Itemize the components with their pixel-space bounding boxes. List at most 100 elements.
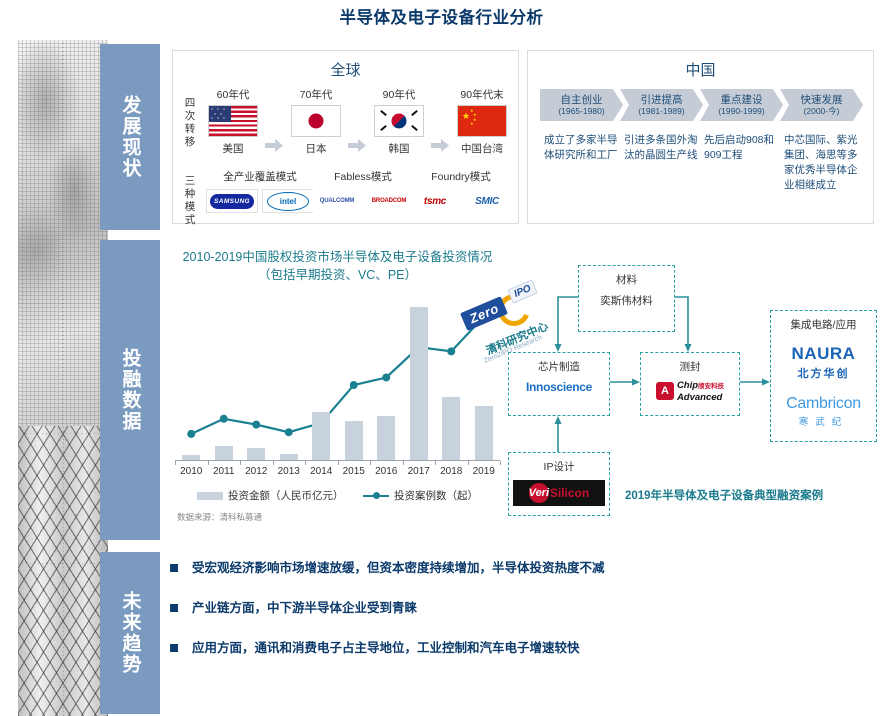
- global-transfer-row: 60年代 美国 70年代 日本 90年代 韩国 90年代末 ★ ★ ★ ★ ★ …: [205, 87, 511, 157]
- china-stage-chevron-2: 引进提高 (1981-1989): [620, 89, 703, 121]
- chart-x-tick: [435, 461, 436, 465]
- transfer-era: 60年代: [216, 89, 250, 101]
- chart-x-tick: [207, 461, 209, 465]
- transfer-country: 日本: [305, 143, 327, 155]
- qualcomm-logo-icon: QUALCOMM: [313, 189, 361, 213]
- chipadvanced-badge-icon: A: [655, 382, 674, 400]
- global-panel: 全球 四次转移 三种模式 60年代 美国 70年代 日本 90年代 韩国 90年…: [172, 50, 519, 226]
- arrow-right-icon: [431, 139, 449, 152]
- chart-bar: [344, 421, 363, 460]
- verisilicon-label-1: Veri: [529, 483, 549, 503]
- samsung-logo-icon: SAMSUNG: [206, 189, 258, 213]
- mode-group-fabless: Fabless模式 QUALCOMM BROADCOM: [313, 169, 413, 213]
- chipadvanced-label-1: Chip: [676, 380, 699, 391]
- chart-line-point: [479, 312, 488, 321]
- global-modes-label: 三种模式: [184, 175, 196, 226]
- trend-bullet-text: 应用方面，通讯和消费电子占主导地位，工业控制和汽车电子增速较快: [192, 641, 580, 655]
- chart-x-tick: [272, 461, 274, 465]
- flow-node-title: 集成电路/应用: [790, 319, 857, 331]
- eswin-logo-label: 奕斯伟材料: [600, 295, 653, 307]
- broadcom-logo-label: BROADCOM: [371, 198, 407, 204]
- cambricon-logo-label-en: Cambricon: [786, 395, 861, 412]
- sidebar-item-label: 未来趋势: [119, 591, 141, 675]
- jp-flag-icon: [291, 105, 341, 137]
- intel-logo-label: intel: [267, 191, 309, 211]
- sidebar-item-investment-data[interactable]: 投融数据: [100, 240, 160, 540]
- chart-x-tick-label: 2013: [277, 466, 300, 477]
- sidebar-item-future-trends[interactable]: 未来趋势: [100, 552, 160, 714]
- innoscience-logo-label: Innoscience: [525, 380, 593, 394]
- flow-node-ip-design: IP设计 Veri Silicon: [508, 452, 610, 516]
- photo-grid-overlay: [18, 40, 108, 716]
- transfer-country: 美国: [222, 143, 244, 155]
- global-modes-row: 全产业覆盖模式 SAMSUNG intel Fabless模式 QUALCOMM: [205, 169, 511, 217]
- chart-bar: [247, 448, 266, 460]
- chart-x-tick: [402, 461, 404, 465]
- photo-grid-line: [18, 563, 108, 564]
- bullet-square-icon: [170, 564, 178, 572]
- chart-x-tick: [337, 461, 339, 465]
- bullet-square-icon: [170, 644, 178, 652]
- trend-bullet-3: 应用方面，通讯和消费电子占主导地位，工业控制和汽车电子增速较快: [170, 640, 580, 656]
- flow-node-title: IP设计: [543, 461, 575, 473]
- legend-line-swatch: [363, 492, 389, 499]
- chart-bar: [474, 405, 493, 460]
- future-trends-bullets: 受宏观经济影响市场增速放缓，但资本密度持续增加，半导体投资热度不减 产业链方面，…: [170, 560, 870, 700]
- sidebar-item-development-status[interactable]: 发展现状: [100, 44, 160, 230]
- chart-line-point: [219, 414, 228, 423]
- transfer-item-jp: 70年代 日本: [288, 87, 344, 156]
- chart-bar: [377, 415, 396, 460]
- arrow-right-icon: [348, 139, 366, 152]
- smic-logo-label: SMIC: [475, 195, 499, 207]
- global-transfers-label: 四次转移: [184, 97, 196, 148]
- smic-logo-icon: SMIC: [463, 189, 511, 213]
- stage-years: (1981-1989): [638, 105, 685, 116]
- cn-flag-icon: ★ ★ ★ ★ ★: [457, 105, 507, 137]
- trend-bullet-text: 产业链方面，中下游半导体企业受到青睐: [192, 601, 418, 615]
- transfer-item-cn: 90年代末 ★ ★ ★ ★ ★ 中国台湾: [454, 87, 510, 156]
- chart-line-point: [252, 420, 261, 429]
- kr-flag-icon: [374, 105, 424, 137]
- global-panel-title: 全球: [330, 62, 361, 79]
- chart-x-tick-label: 2014: [310, 466, 333, 477]
- chart-x-tick: [467, 461, 469, 465]
- flow-node-title: 芯片制造: [538, 361, 580, 373]
- chipadvanced-label-3: 颀安科技: [698, 383, 725, 390]
- chart-title-main: 2010-2019中国股权投资市场半导体及电子设备投资情况: [182, 250, 493, 264]
- cambricon-logo-label-cn: 寒武纪: [798, 417, 849, 428]
- stage-description: 先后启动908和909工程: [704, 134, 775, 161]
- transfer-era: 70年代: [299, 89, 333, 101]
- chart-bar: [409, 307, 428, 460]
- eswin-logo-icon: 奕斯伟材料: [579, 293, 674, 308]
- flow-node-chip-manufacturing: 芯片制造 Innoscience: [508, 352, 610, 416]
- transfer-era: 90年代: [382, 89, 416, 101]
- chart-x-tick: [305, 461, 306, 465]
- naura-logo-icon: NAURA 北方华创: [771, 344, 876, 381]
- flow-node-title: 测封: [679, 361, 701, 373]
- china-stage-chevron-1: 自主创业 (1965-1980): [540, 89, 623, 121]
- arrow-right-icon: [265, 139, 283, 152]
- chart-x-tick-label: 2011: [212, 466, 235, 477]
- flow-node-materials: 材料 奕斯伟材料: [578, 265, 675, 332]
- chart-x-tick-label: 2017: [407, 466, 430, 477]
- broadcom-logo-icon: BROADCOM: [365, 189, 413, 213]
- chipadvanced-logo-icon: A Chip颀安科技 Advanced: [641, 380, 739, 402]
- mode-title: Foundry模式: [431, 171, 491, 183]
- financing-flow-diagram: 材料 奕斯伟材料 芯片制造 Innoscience 测封 A Chip颀安科技 …: [495, 255, 880, 540]
- china-stage-chevron-3: 重点建设 (1990-1999): [700, 89, 783, 121]
- trend-bullet-text: 受宏观经济影响市场增速放缓，但资本密度持续增加，半导体投资热度不减: [192, 561, 605, 575]
- flow-node-title: 材料: [616, 274, 637, 286]
- chart-line-point: [187, 429, 196, 438]
- mode-title: 全产业覆盖模式: [223, 171, 297, 183]
- chart-x-tick-label: 2016: [375, 466, 398, 477]
- chart-x-tick-label: 2015: [342, 466, 365, 477]
- stage-name: 自主创业: [560, 93, 603, 106]
- chart-line-point: [382, 373, 391, 382]
- tsmc-logo-icon: tsmc: [411, 189, 459, 213]
- legend-label: 投资案例数（起）: [394, 490, 478, 502]
- mode-title: Fabless模式: [334, 171, 392, 183]
- verisilicon-logo-icon: Veri Silicon: [509, 480, 609, 506]
- chart-line-point: [447, 347, 456, 356]
- naura-logo-label-cn: 北方华创: [797, 368, 850, 380]
- sidebar-item-label: 投融数据: [119, 348, 141, 432]
